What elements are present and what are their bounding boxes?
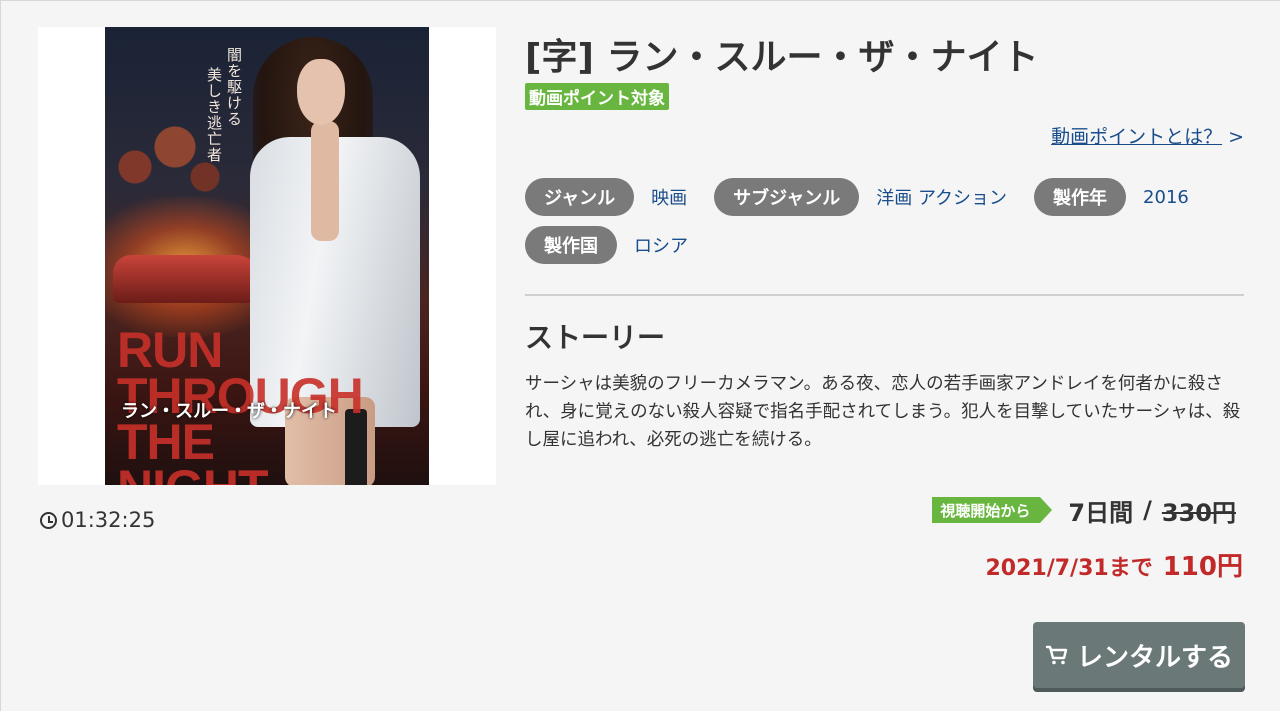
- duration-value: 01:32:25: [61, 508, 156, 532]
- sale-deadline: 2021/7/31まで: [985, 556, 1153, 581]
- tag-subgenre-value[interactable]: 洋画 アクション: [876, 184, 1007, 210]
- cart-icon: [1045, 645, 1068, 665]
- rental-period: 7日間: [1068, 498, 1134, 527]
- price-row: 視聴開始から 7日間 / 330円: [932, 494, 1236, 527]
- divider: [525, 294, 1244, 296]
- sale-row: 2021/7/31まで 110円: [985, 546, 1243, 583]
- viewing-period-badge: 視聴開始から: [932, 497, 1053, 523]
- chevron-right-icon: >: [1228, 126, 1244, 148]
- price-separator: /: [1143, 496, 1152, 524]
- tag-country-value[interactable]: ロシア: [634, 232, 688, 258]
- tag-subgenre-label: サブジャンル: [714, 178, 860, 216]
- poster-car: [113, 255, 263, 303]
- point-info-link[interactable]: 動画ポイントとは？ >: [1051, 122, 1244, 149]
- tag-country-label: 製作国: [525, 226, 617, 264]
- duration: 01:32:25: [40, 508, 155, 532]
- tag-year-value[interactable]: 2016: [1143, 187, 1189, 208]
- poster-container[interactable]: 闇を駆ける 美しき逃亡者 RUN THROUGH THE NIGHT ラン・スル…: [38, 27, 496, 485]
- poster-title-jp: ラン・スルー・ザ・ナイト: [121, 401, 337, 422]
- point-info-link-label: 動画ポイントとは？: [1051, 126, 1223, 148]
- tag-genre-label: ジャンル: [525, 178, 635, 216]
- clock-icon: [40, 511, 57, 529]
- sale-price: 110円: [1162, 552, 1243, 582]
- rent-button[interactable]: レンタルする: [1033, 622, 1245, 688]
- poster-tagline-2: 美しき逃亡者: [205, 67, 223, 163]
- tag-genre-value[interactable]: 映画: [651, 184, 687, 210]
- page-title: [字] ラン・スルー・ザ・ナイト: [525, 37, 1039, 78]
- story-body: サーシャは美貌のフリーカメラマン。ある夜、恋人の若手画家アンドレイを何者かに殺さ…: [525, 374, 1241, 450]
- story-heading: ストーリー: [525, 321, 666, 354]
- rent-button-label: レンタルする: [1076, 642, 1233, 673]
- metadata-row-2: 製作国 ロシア: [525, 226, 715, 264]
- tag-year-label: 製作年: [1034, 178, 1127, 216]
- poster-tagline-1: 闇を駆ける: [225, 47, 243, 127]
- metadata-row-1: ジャンル 映画 サブジャンル 洋画 アクション 製作年 2016: [525, 178, 1216, 216]
- original-price: 330円: [1161, 498, 1236, 527]
- point-eligible-badge: 動画ポイント対象: [525, 83, 669, 110]
- movie-poster[interactable]: 闇を駆ける 美しき逃亡者 RUN THROUGH THE NIGHT ラン・スル…: [105, 27, 429, 485]
